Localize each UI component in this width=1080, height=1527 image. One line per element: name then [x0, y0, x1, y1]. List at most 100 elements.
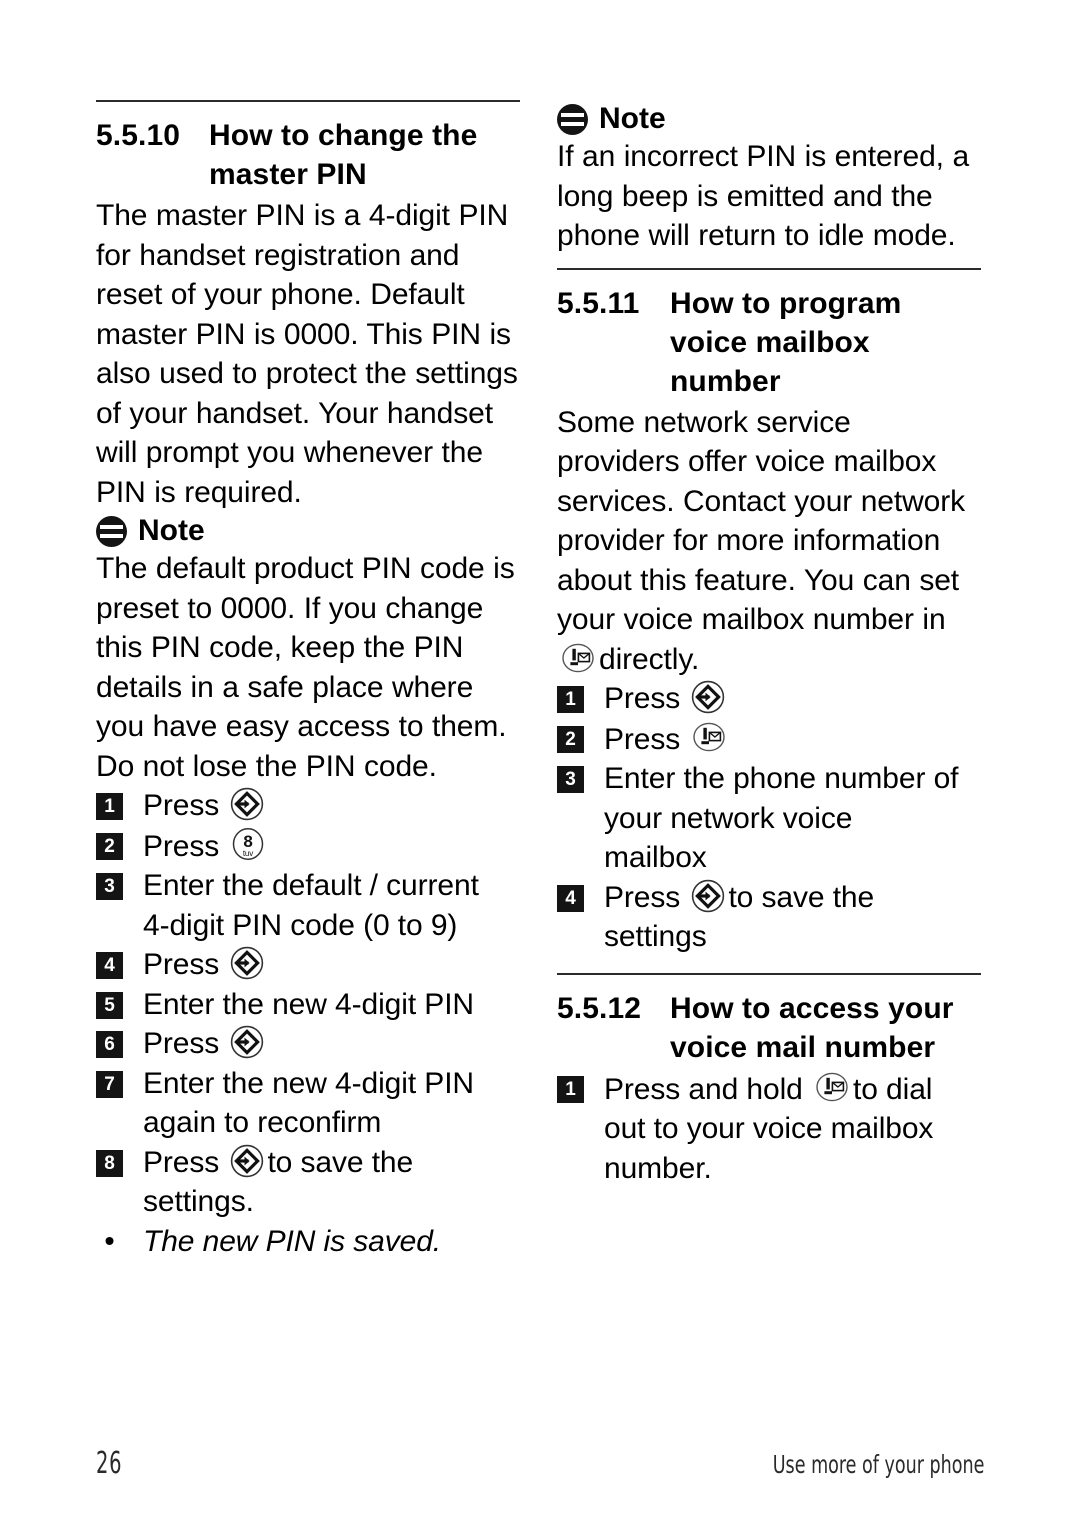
step-continuation: settings [604, 920, 707, 953]
step-badge: 1 [557, 1075, 584, 1103]
keypad-8-tuv-icon[interactable]: 8 tuv [230, 826, 266, 862]
step-badge: 3 [557, 766, 584, 793]
voicemail-key-icon[interactable] [814, 1069, 850, 1105]
step-item: 4 Press [96, 945, 520, 985]
steps-list-5-5-10: 1 Press 2 Press 8 tuv 3 Enter the defaul… [96, 786, 520, 1261]
svg-text:tuv: tuv [243, 849, 253, 858]
left-column: 5.5.10 How to change the master PIN The … [96, 100, 520, 1261]
menu-select-key-icon[interactable] [230, 787, 264, 821]
step-continuation: out to your voice mailbox [604, 1112, 934, 1145]
step-label: Press [604, 682, 681, 715]
step-text: Enter the new 4-digit PIN [143, 987, 475, 1021]
step-item: 3 Enter the phone number of your network… [557, 759, 981, 878]
section-title: How to access your voice mail number [670, 989, 981, 1067]
step-badge: 6 [96, 1031, 123, 1058]
note-paragraph-left: The default product PIN code is preset t… [96, 552, 515, 783]
step-item: 1 Press [96, 786, 520, 826]
step-text: Enter the phone number of your network v… [604, 759, 981, 878]
step-text: Press [143, 786, 520, 826]
section-title-line1: How to change the [209, 119, 478, 152]
step-badge: 1 [557, 686, 584, 713]
manual-page: 5.5.10 How to change the master PIN The … [0, 0, 1080, 1527]
step-label: Press [604, 722, 681, 756]
section-title-line1: How to program [670, 286, 902, 320]
voice-mailbox-paragraph-text: Some network service providers offer voi… [557, 405, 966, 637]
voice-mailbox-paragraph: Some network service providers offer voi… [557, 403, 981, 680]
menu-select-key-icon[interactable] [691, 680, 725, 714]
section-title: How to change the master PIN [209, 116, 520, 194]
section-heading-5-5-11: 5.5.11 How to program voice mailbox numb… [557, 284, 981, 401]
step-continuation-2: number. [604, 1151, 712, 1185]
voicemail-key-icon[interactable] [560, 640, 596, 676]
step-text: Enter the new 4-digit PIN again to recon… [143, 1064, 520, 1143]
section-divider [557, 972, 981, 975]
step-item: 1 Press [557, 679, 981, 719]
step-text: Press [604, 719, 981, 760]
step-item: 2 Press 8 tuv [96, 826, 520, 867]
steps-list-5-5-12: 1 Press and hold to dial out to your voi… [557, 1069, 981, 1189]
section-title-line1: How to access your [670, 991, 954, 1025]
step-text: Press 8 tuv [143, 826, 520, 867]
note-icon [557, 103, 588, 135]
step-badge: 2 [96, 832, 123, 860]
step-text: Press [143, 1024, 520, 1064]
step-badge: 8 [96, 1149, 123, 1177]
section-title: How to program voice mailbox number [670, 284, 981, 401]
section-title-line3: number [670, 364, 781, 398]
step-badge: 5 [96, 991, 123, 1019]
section-title-line2: voice mailbox [670, 325, 870, 359]
section-number: 5.5.11 [557, 286, 640, 320]
step-continuation: again to reconfirm [143, 1106, 382, 1139]
step-label-suffix: to save the [267, 1145, 414, 1179]
step-label: Enter the default / current [143, 869, 479, 902]
step-label: Press and hold [604, 1072, 803, 1106]
voicemail-key-icon[interactable] [691, 719, 727, 755]
step-badge: 2 [557, 725, 584, 753]
voice-mailbox-paragraph-tail: directly. [599, 642, 700, 676]
step-item-bullet: • The new PIN is saved. [96, 1222, 520, 1262]
right-column: Note If an incorrect PIN is entered, a l… [557, 100, 981, 1188]
step-text: Press to save the settings. [143, 1143, 520, 1222]
steps-list-5-5-11: 1 Press 2 Press 3 Enter the phone number… [557, 679, 981, 957]
note-header-right: Note [557, 102, 981, 136]
step-label: Press [604, 880, 681, 914]
menu-select-key-icon[interactable] [230, 1025, 264, 1059]
menu-select-key-icon[interactable] [691, 879, 725, 913]
footer-title: Use more of your phone [772, 1450, 984, 1479]
step-item: 3 Enter the default / current 4-digit PI… [96, 866, 520, 945]
step-item: 1 Press and hold to dial out to your voi… [557, 1069, 981, 1189]
step-item: 7 Enter the new 4-digit PIN again to rec… [96, 1064, 520, 1143]
step-continuation: settings. [143, 1185, 254, 1218]
page-footer: 26 Use more of your phone [96, 1441, 984, 1481]
section-heading-5-5-12: 5.5.12 How to access your voice mail num… [557, 989, 981, 1067]
step-item: 8 Press to save the settings. [96, 1143, 520, 1222]
step-label: Enter the phone number of [604, 762, 959, 795]
step-text: Press [143, 945, 520, 985]
note-paragraph-right: If an incorrect PIN is entered, a long b… [557, 140, 970, 252]
step-text: Press to save the settings [604, 878, 981, 957]
bullet-marker: • [104, 1224, 115, 1256]
step-badge: 3 [96, 873, 123, 900]
step-item: 2 Press [557, 719, 981, 760]
step-label: Enter the new 4-digit PIN [143, 1066, 475, 1100]
step-label: Press [143, 948, 220, 981]
step-label: Press [143, 789, 220, 822]
step-text: Press and hold to dial out to your voice… [604, 1069, 981, 1189]
section-divider [96, 100, 520, 102]
note-label: Note [138, 514, 205, 547]
section-heading-5-5-10: 5.5.10 How to change the master PIN [96, 116, 520, 194]
section-divider [557, 267, 981, 270]
menu-select-key-icon[interactable] [230, 1144, 264, 1178]
section-title-line2: master PIN [209, 158, 367, 191]
step-badge: 1 [96, 793, 123, 820]
intro-paragraph: The master PIN is a 4-digit PIN for hand… [96, 199, 518, 509]
step-label: Press [143, 829, 220, 863]
note-header-left: Note [96, 514, 520, 548]
step-item: 6 Press [96, 1024, 520, 1064]
step-text: The new PIN is saved. [143, 1224, 442, 1258]
step-badge: 4 [557, 884, 584, 912]
page-number: 26 [96, 1446, 123, 1481]
step-text: Press [604, 679, 981, 719]
menu-select-key-icon[interactable] [230, 946, 264, 980]
step-label-suffix: to dial [852, 1072, 933, 1106]
